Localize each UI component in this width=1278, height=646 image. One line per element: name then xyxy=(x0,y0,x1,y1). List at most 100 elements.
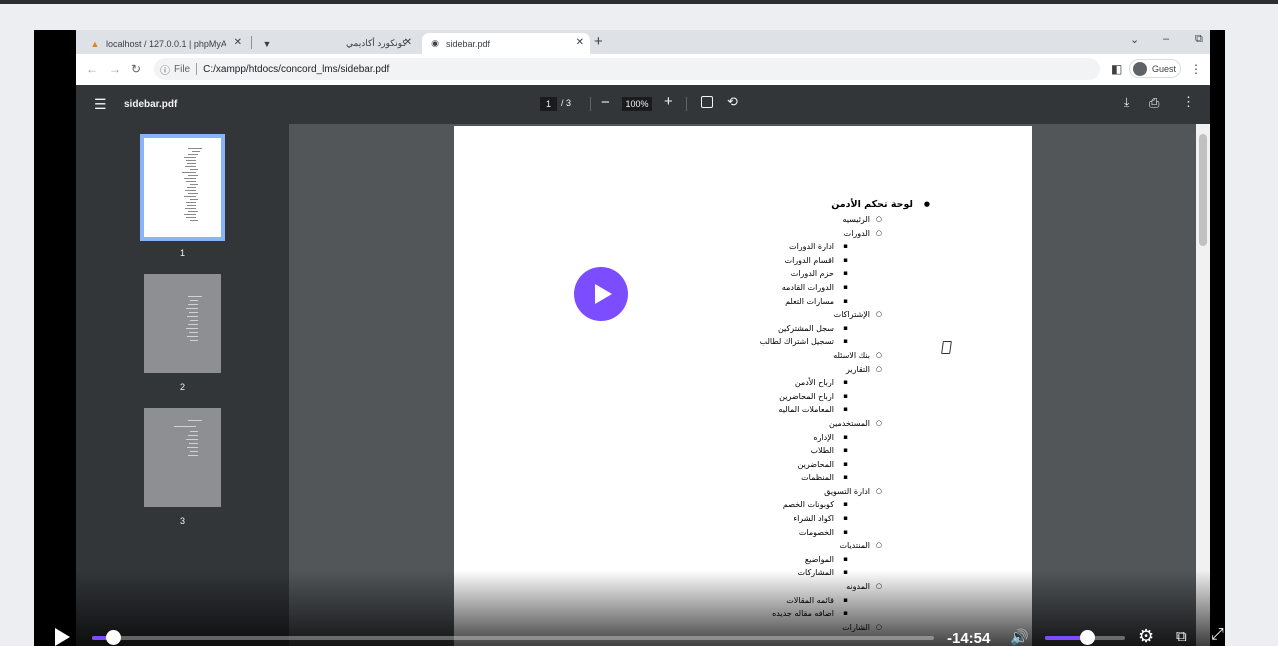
profile-button[interactable]: Guest xyxy=(1129,59,1181,78)
browser-window: ▲ localhost / 127.0.0.1 | phpMyAdmin ✕ ▼… xyxy=(76,30,1210,646)
outline-subitem: المحاضرين xyxy=(583,458,848,472)
zoom-input[interactable]: 100% xyxy=(622,97,652,111)
thumbnail-label: 3 xyxy=(179,516,185,526)
tab-phpmyadmin[interactable]: ▲ localhost / 127.0.0.1 | phpMyAdmin ✕ xyxy=(82,33,248,54)
outline-section: الإشتراكات xyxy=(583,308,882,322)
info-icon[interactable]: ⓘ xyxy=(160,62,170,77)
outline-section: بنك الاسئله xyxy=(583,349,882,363)
tab-label: sidebar.pdf xyxy=(446,38,491,49)
settings-gear-icon[interactable]: ⚙ xyxy=(1138,626,1154,646)
thumbnail-page-3[interactable] xyxy=(144,408,221,507)
tab-label: كونكورد أكاديمي xyxy=(346,38,407,48)
video-player[interactable]: ▲ localhost / 127.0.0.1 | phpMyAdmin ✕ ▼… xyxy=(34,30,1225,646)
url-scheme: File xyxy=(174,63,191,75)
url-text: C:/xampp/htdocs/concord_lms/sidebar.pdf xyxy=(203,63,390,75)
close-icon[interactable]: ✕ xyxy=(234,37,242,48)
close-icon[interactable]: ✕ xyxy=(404,37,412,48)
back-icon[interactable]: ← xyxy=(86,62,98,76)
scrollbar-thumb[interactable] xyxy=(1199,134,1207,246)
restore-icon[interactable]: ⧉ xyxy=(1195,33,1203,46)
pdf-viewer: ☰ sidebar.pdf 1 / 3 − 100% + ⟲ ⤓ ⎙ ⋮ 1 2… xyxy=(76,85,1210,646)
mouse-cursor xyxy=(941,341,952,354)
thumbnail-page-1[interactable] xyxy=(140,134,225,241)
graduation-cap-icon: ▼ xyxy=(262,38,272,49)
controls-gradient xyxy=(34,570,1225,646)
tab-concord-academy[interactable]: ▼ كونكورد أكاديمي ✕ xyxy=(254,33,418,54)
play-icon xyxy=(594,284,612,304)
browser-menu-icon[interactable]: ⋮ xyxy=(1190,62,1202,76)
reload-icon[interactable]: ↻ xyxy=(131,62,141,76)
globe-icon: ◉ xyxy=(431,38,439,48)
sidebar-outline: لوحة تحكم الأدمنالرئيسيهالدوراتادارة الد… xyxy=(583,196,930,634)
outline-subitem: ادارة الدورات xyxy=(583,240,848,254)
outline-heading: لوحة تحكم الأدمن xyxy=(583,196,930,213)
volume-icon[interactable]: 🔊 xyxy=(1010,628,1029,646)
fullscreen-icon[interactable]: ⤢ xyxy=(1211,626,1224,644)
tab-strip: ▲ localhost / 127.0.0.1 | phpMyAdmin ✕ ▼… xyxy=(76,30,1210,54)
outline-subitem: المواضيع xyxy=(583,553,848,567)
outline-section: التقارير xyxy=(583,363,882,377)
thumbnail-label: 2 xyxy=(179,382,185,392)
download-icon[interactable]: ⤓ xyxy=(1124,95,1129,110)
thumbnail-page-2[interactable] xyxy=(144,274,221,373)
print-icon[interactable]: ⎙ xyxy=(1149,95,1159,111)
play-overlay-button[interactable] xyxy=(574,267,628,321)
fit-page-icon[interactable] xyxy=(701,96,713,108)
seek-handle[interactable] xyxy=(106,630,122,645)
new-tab-button[interactable]: + xyxy=(594,33,603,50)
outline-subitem: ارباح المحاضرين xyxy=(583,390,848,404)
tab-label: localhost / 127.0.0.1 | phpMyAdmin xyxy=(106,38,226,49)
close-icon[interactable]: ✕ xyxy=(576,37,584,48)
time-remaining: -14:54 xyxy=(947,630,991,646)
page-total: / 3 xyxy=(561,98,572,108)
play-button[interactable] xyxy=(55,628,70,646)
volume-slider[interactable] xyxy=(1045,630,1125,645)
tab-divider xyxy=(251,36,252,49)
outline-subitem: ارباح الأدمن xyxy=(583,376,848,390)
sidepanel-icon[interactable]: ◧ xyxy=(1111,62,1122,76)
outline-section: ادارة التسويق xyxy=(583,485,882,499)
outline-section: الدورات xyxy=(583,227,882,241)
outline-subitem: سجل المشتركين xyxy=(583,322,848,336)
toolbar-divider xyxy=(590,97,591,111)
phpmyadmin-icon: ▲ xyxy=(90,38,100,49)
zoom-out-button[interactable]: − xyxy=(601,94,610,111)
forward-icon[interactable]: → xyxy=(109,62,121,76)
outline-subitem: المعاملات الماليه xyxy=(583,403,848,417)
pdf-scrollbar[interactable] xyxy=(1196,124,1210,646)
screen-top-bar xyxy=(0,0,1278,4)
page-number-input[interactable]: 1 xyxy=(540,97,557,111)
pdf-toolbar: ☰ sidebar.pdf 1 / 3 − 100% + ⟲ ⤓ ⎙ ⋮ xyxy=(76,85,1210,124)
tab-search-icon[interactable]: ⌄ xyxy=(1130,33,1139,46)
outline-subitem: المنظمات xyxy=(583,471,848,485)
outline-subitem: الطلاب xyxy=(583,444,848,458)
avatar-icon xyxy=(1133,61,1147,76)
outline-section: الرئيسيه xyxy=(583,213,882,227)
volume-handle[interactable] xyxy=(1079,630,1095,645)
zoom-in-button[interactable]: + xyxy=(664,93,673,110)
toolbar-divider xyxy=(686,97,687,111)
outline-subitem: اقسام الدورات xyxy=(583,254,848,268)
pdf-page: لوحة تحكم الأدمنالرئيسيهالدوراتادارة الد… xyxy=(454,126,1032,646)
thumbnail-label: 1 xyxy=(179,248,185,258)
profile-label: Guest xyxy=(1152,63,1177,74)
more-actions-icon[interactable]: ⋮ xyxy=(1182,94,1195,110)
rotate-icon[interactable]: ⟲ xyxy=(727,94,738,110)
address-bar-row: ← → ↻ ⓘ File C:/xampp/htdocs/concord_lms… xyxy=(76,54,1210,85)
outline-section: المنتديات xyxy=(583,539,882,553)
url-field[interactable]: ⓘ File C:/xampp/htdocs/concord_lms/sideb… xyxy=(154,58,1100,80)
minimize-icon[interactable]: – xyxy=(1163,33,1169,45)
picture-in-picture-icon[interactable]: ⧉ xyxy=(1176,628,1187,645)
outline-subitem: الإداره xyxy=(583,431,848,445)
outline-subitem: تسجيل اشتراك لطالب xyxy=(583,335,848,349)
seek-bar[interactable] xyxy=(92,630,934,645)
outline-subitem: اكواد الشراء xyxy=(583,512,848,526)
outline-subitem: الخصومات xyxy=(583,526,848,540)
outline-subitem: كوبونات الخصم xyxy=(583,498,848,512)
outline-section: المستخدمين xyxy=(583,417,882,431)
url-divider xyxy=(196,63,198,75)
pdf-title: sidebar.pdf xyxy=(124,99,178,110)
hamburger-menu-icon[interactable]: ☰ xyxy=(94,96,107,113)
thumbnail-sidebar: 1 2 3 xyxy=(76,124,289,646)
tab-sidebar-pdf[interactable]: ◉ sidebar.pdf ✕ xyxy=(422,33,590,54)
